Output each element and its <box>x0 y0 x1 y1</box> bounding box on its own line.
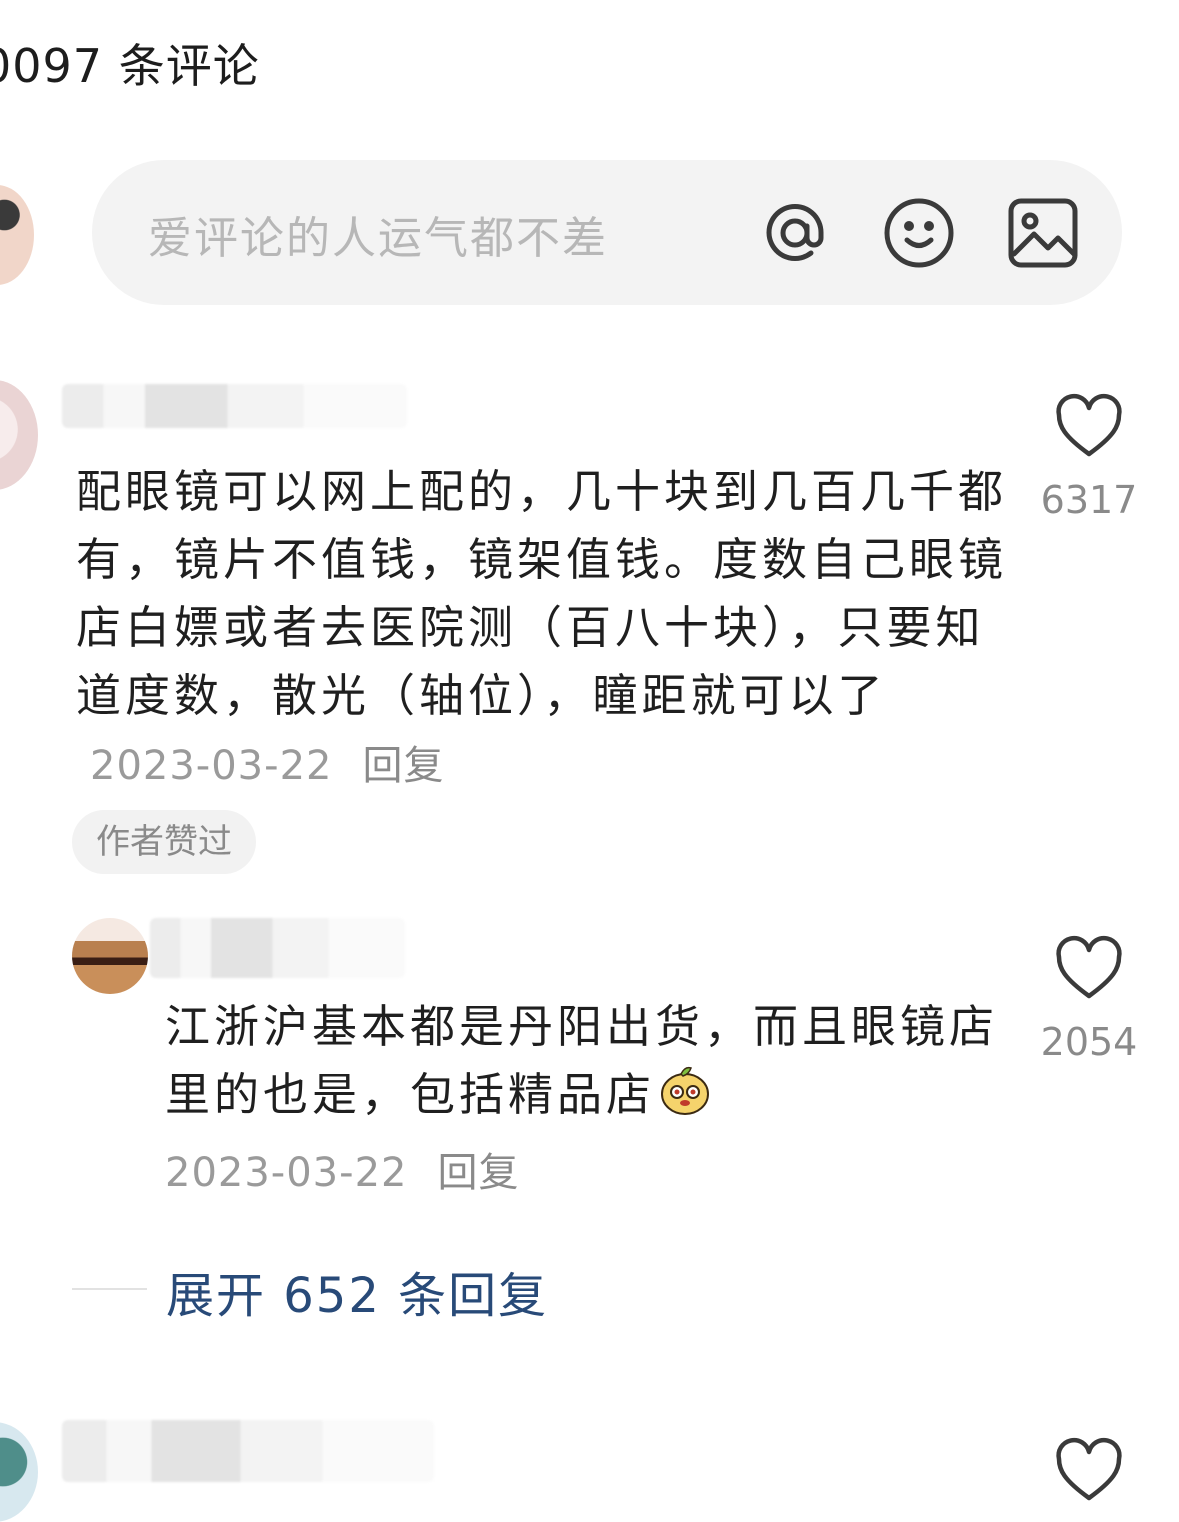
comment-count-title: 0097 条评论 <box>0 39 260 93</box>
like-count: 6317 <box>1040 478 1138 522</box>
commenter-name-blurred[interactable] <box>62 1420 434 1482</box>
commenter-name-blurred[interactable] <box>62 384 407 428</box>
emoji-icon[interactable] <box>882 196 956 270</box>
emoji-face-icon <box>659 1064 711 1116</box>
at-icon[interactable] <box>758 196 832 270</box>
image-icon[interactable] <box>1006 196 1080 270</box>
heart-icon[interactable] <box>1054 1436 1124 1506</box>
reply-text: 江浙沪基本都是丹阳出货，而且眼镜店里的也是，包括精品店 <box>165 1000 999 1121</box>
author-liked-badge: 作者赞过 <box>72 810 256 874</box>
heart-icon[interactable] <box>1054 392 1124 462</box>
reply-button[interactable]: 回复 <box>362 743 444 789</box>
reply-name-blurred[interactable] <box>150 918 405 978</box>
like-control[interactable] <box>1034 1436 1144 1506</box>
like-control[interactable]: 2054 <box>1034 934 1144 1064</box>
comment-body: 配眼镜可以网上配的，几十块到几百几千都有，镜片不值钱，镜架值钱。度数自己眼镜店白… <box>76 458 1016 800</box>
comment-date: 2023-03-22 <box>90 743 333 789</box>
like-control[interactable]: 6317 <box>1034 392 1144 522</box>
divider <box>72 1288 147 1290</box>
commenter-avatar[interactable] <box>0 380 38 490</box>
reply-button[interactable]: 回复 <box>437 1150 519 1196</box>
like-count: 2054 <box>1040 1020 1138 1064</box>
reply-date: 2023-03-22 <box>165 1150 408 1196</box>
reply-avatar[interactable] <box>72 918 148 994</box>
comment-input-placeholder[interactable]: 爱评论的人运气都不差 <box>148 202 608 266</box>
heart-icon[interactable] <box>1054 934 1124 1004</box>
comment-text: 配眼镜可以网上配的，几十块到几百几千都有，镜片不值钱，镜架值钱。度数自己眼镜店白… <box>76 465 1008 722</box>
expand-replies-button[interactable]: 展开 652 条回复 <box>166 1256 548 1326</box>
commenter-avatar[interactable] <box>0 1422 38 1522</box>
reply-body: 江浙沪基本都是丹阳出货，而且眼镜店里的也是，包括精品店 2023-03-22 回复 <box>165 993 1015 1207</box>
my-avatar[interactable] <box>0 185 34 285</box>
